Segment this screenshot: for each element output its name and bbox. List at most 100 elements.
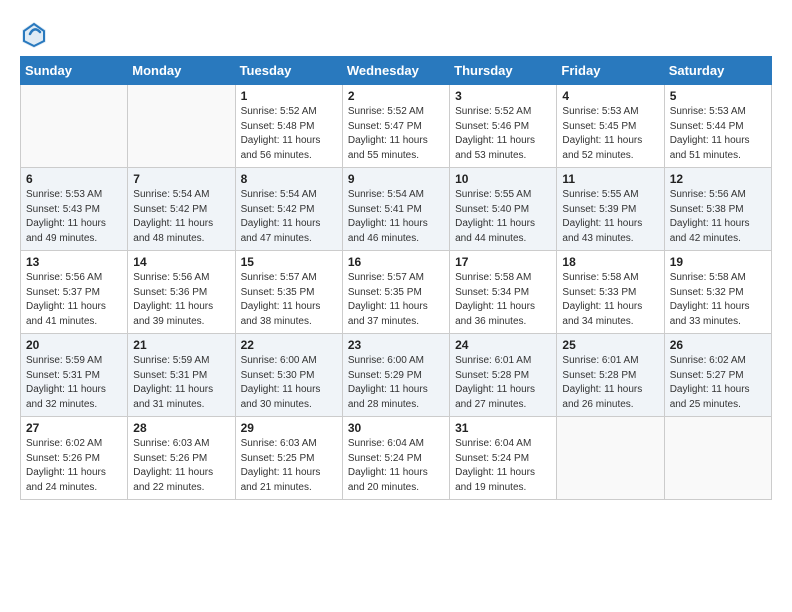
- day-info: Sunrise: 5:55 AM Sunset: 5:40 PM Dayligh…: [455, 188, 551, 246]
- calendar-week-row: 6Sunrise: 5:53 AM Sunset: 5:43 PM Daylig…: [21, 168, 772, 251]
- day-number: 7: [133, 172, 229, 186]
- day-info: Sunrise: 5:52 AM Sunset: 5:48 PM Dayligh…: [241, 105, 337, 163]
- day-number: 19: [670, 255, 766, 269]
- calendar-week-row: 13Sunrise: 5:56 AM Sunset: 5:37 PM Dayli…: [21, 251, 772, 334]
- day-info: Sunrise: 5:54 AM Sunset: 5:42 PM Dayligh…: [133, 188, 229, 246]
- calendar-cell: 18 Sunrise: 5:58 AM Sunset: 5:33 PM Dayli…: [557, 251, 664, 334]
- calendar-cell: 2 Sunrise: 5:52 AM Sunset: 5:47 PM Daylig…: [342, 85, 449, 168]
- day-info: Sunrise: 5:57 AM Sunset: 5:35 PM Dayligh…: [348, 271, 444, 329]
- calendar-cell: 5 Sunrise: 5:53 AM Sunset: 5:44 PM Daylig…: [664, 85, 771, 168]
- day-number: 9: [348, 172, 444, 186]
- day-info: Sunrise: 6:02 AM Sunset: 5:26 PM Dayligh…: [26, 437, 122, 495]
- day-number: 23: [348, 338, 444, 352]
- day-info: Sunrise: 5:58 AM Sunset: 5:34 PM Dayligh…: [455, 271, 551, 329]
- page-header: [20, 20, 772, 48]
- calendar-cell: 25 Sunrise: 6:01 AM Sunset: 5:28 PM Dayli…: [557, 334, 664, 417]
- calendar-table: SundayMondayTuesdayWednesdayThursdayFrid…: [20, 56, 772, 500]
- day-number: 12: [670, 172, 766, 186]
- day-number: 25: [562, 338, 658, 352]
- day-number: 2: [348, 89, 444, 103]
- day-info: Sunrise: 6:00 AM Sunset: 5:30 PM Dayligh…: [241, 354, 337, 412]
- calendar-cell: 9 Sunrise: 5:54 AM Sunset: 5:41 PM Daylig…: [342, 168, 449, 251]
- day-number: 14: [133, 255, 229, 269]
- calendar-cell: 11Sunrise: 5:55 AM Sunset: 5:39 PM Dayli…: [557, 168, 664, 251]
- day-info: Sunrise: 5:57 AM Sunset: 5:35 PM Dayligh…: [241, 271, 337, 329]
- day-info: Sunrise: 6:03 AM Sunset: 5:26 PM Dayligh…: [133, 437, 229, 495]
- day-header-sunday: Sunday: [21, 57, 128, 85]
- calendar-week-row: 1 Sunrise: 5:52 AM Sunset: 5:48 PM Daylig…: [21, 85, 772, 168]
- day-number: 8: [241, 172, 337, 186]
- calendar-cell: [128, 85, 235, 168]
- calendar-cell: 3Sunrise: 5:52 AM Sunset: 5:46 PM Daylig…: [450, 85, 557, 168]
- calendar-week-row: 20 Sunrise: 5:59 AM Sunset: 5:31 PM Dayli…: [21, 334, 772, 417]
- day-number: 1: [241, 89, 337, 103]
- day-number: 3: [455, 89, 551, 103]
- day-info: Sunrise: 5:56 AM Sunset: 5:38 PM Dayligh…: [670, 188, 766, 246]
- day-info: Sunrise: 5:54 AM Sunset: 5:42 PM Dayligh…: [241, 188, 337, 246]
- day-header-saturday: Saturday: [664, 57, 771, 85]
- calendar-cell: 1 Sunrise: 5:52 AM Sunset: 5:48 PM Daylig…: [235, 85, 342, 168]
- day-info: Sunrise: 5:58 AM Sunset: 5:33 PM Dayligh…: [562, 271, 658, 329]
- calendar-cell: 22Sunrise: 6:00 AM Sunset: 5:30 PM Dayli…: [235, 334, 342, 417]
- logo-icon: [20, 20, 48, 48]
- day-info: Sunrise: 5:53 AM Sunset: 5:44 PM Dayligh…: [670, 105, 766, 163]
- calendar-cell: 10 Sunrise: 5:55 AM Sunset: 5:40 PM Dayli…: [450, 168, 557, 251]
- day-number: 29: [241, 421, 337, 435]
- day-number: 27: [26, 421, 122, 435]
- day-number: 5: [670, 89, 766, 103]
- calendar-week-row: 27 Sunrise: 6:02 AM Sunset: 5:26 PM Dayli…: [21, 417, 772, 500]
- calendar-cell: 16 Sunrise: 5:57 AM Sunset: 5:35 PM Dayli…: [342, 251, 449, 334]
- calendar-cell: 13Sunrise: 5:56 AM Sunset: 5:37 PM Dayli…: [21, 251, 128, 334]
- day-header-tuesday: Tuesday: [235, 57, 342, 85]
- day-number: 24: [455, 338, 551, 352]
- calendar-cell: 20Sunrise: 5:59 AM Sunset: 5:31 PM Dayli…: [21, 334, 128, 417]
- day-number: 26: [670, 338, 766, 352]
- day-number: 21: [133, 338, 229, 352]
- day-number: 20: [26, 338, 122, 352]
- calendar-cell: 28 Sunrise: 6:03 AM Sunset: 5:26 PM Dayli…: [128, 417, 235, 500]
- day-info: Sunrise: 5:53 AM Sunset: 5:45 PM Dayligh…: [562, 105, 658, 163]
- day-header-friday: Friday: [557, 57, 664, 85]
- calendar-header-row: SundayMondayTuesdayWednesdayThursdayFrid…: [21, 57, 772, 85]
- day-number: 31: [455, 421, 551, 435]
- day-number: 28: [133, 421, 229, 435]
- calendar-cell: 21 Sunrise: 5:59 AM Sunset: 5:31 PM Dayli…: [128, 334, 235, 417]
- calendar-cell: 17 Sunrise: 5:58 AM Sunset: 5:34 PM Dayli…: [450, 251, 557, 334]
- day-number: 15: [241, 255, 337, 269]
- day-info: Sunrise: 5:52 AM Sunset: 5:47 PM Dayligh…: [348, 105, 444, 163]
- calendar-cell: 15 Sunrise: 5:57 AM Sunset: 5:35 PM Dayli…: [235, 251, 342, 334]
- calendar-cell: 12 Sunrise: 5:56 AM Sunset: 5:38 PM Dayli…: [664, 168, 771, 251]
- day-info: Sunrise: 6:01 AM Sunset: 5:28 PM Dayligh…: [562, 354, 658, 412]
- calendar-cell: 29 Sunrise: 6:03 AM Sunset: 5:25 PM Dayli…: [235, 417, 342, 500]
- day-header-monday: Monday: [128, 57, 235, 85]
- calendar-cell: 7 Sunrise: 5:54 AM Sunset: 5:42 PM Daylig…: [128, 168, 235, 251]
- day-header-thursday: Thursday: [450, 57, 557, 85]
- day-info: Sunrise: 5:58 AM Sunset: 5:32 PM Dayligh…: [670, 271, 766, 329]
- calendar-cell: [21, 85, 128, 168]
- day-info: Sunrise: 6:04 AM Sunset: 5:24 PM Dayligh…: [455, 437, 551, 495]
- day-info: Sunrise: 5:54 AM Sunset: 5:41 PM Dayligh…: [348, 188, 444, 246]
- day-number: 30: [348, 421, 444, 435]
- calendar-cell: 14 Sunrise: 5:56 AM Sunset: 5:36 PM Dayli…: [128, 251, 235, 334]
- calendar-cell: 6Sunrise: 5:53 AM Sunset: 5:43 PM Daylig…: [21, 168, 128, 251]
- day-info: Sunrise: 5:55 AM Sunset: 5:39 PM Dayligh…: [562, 188, 658, 246]
- day-header-wednesday: Wednesday: [342, 57, 449, 85]
- day-number: 17: [455, 255, 551, 269]
- calendar-cell: 31 Sunrise: 6:04 AM Sunset: 5:24 PM Dayli…: [450, 417, 557, 500]
- day-info: Sunrise: 6:02 AM Sunset: 5:27 PM Dayligh…: [670, 354, 766, 412]
- day-number: 10: [455, 172, 551, 186]
- calendar-cell: 30Sunrise: 6:04 AM Sunset: 5:24 PM Dayli…: [342, 417, 449, 500]
- day-number: 18: [562, 255, 658, 269]
- calendar-cell: [557, 417, 664, 500]
- logo: [20, 20, 52, 48]
- calendar-cell: 4Sunrise: 5:53 AM Sunset: 5:45 PM Daylig…: [557, 85, 664, 168]
- day-number: 16: [348, 255, 444, 269]
- day-info: Sunrise: 6:01 AM Sunset: 5:28 PM Dayligh…: [455, 354, 551, 412]
- calendar-cell: [664, 417, 771, 500]
- day-info: Sunrise: 5:56 AM Sunset: 5:36 PM Dayligh…: [133, 271, 229, 329]
- calendar-cell: 27 Sunrise: 6:02 AM Sunset: 5:26 PM Dayli…: [21, 417, 128, 500]
- day-info: Sunrise: 5:53 AM Sunset: 5:43 PM Dayligh…: [26, 188, 122, 246]
- day-info: Sunrise: 6:03 AM Sunset: 5:25 PM Dayligh…: [241, 437, 337, 495]
- day-info: Sunrise: 5:56 AM Sunset: 5:37 PM Dayligh…: [26, 271, 122, 329]
- day-info: Sunrise: 5:59 AM Sunset: 5:31 PM Dayligh…: [133, 354, 229, 412]
